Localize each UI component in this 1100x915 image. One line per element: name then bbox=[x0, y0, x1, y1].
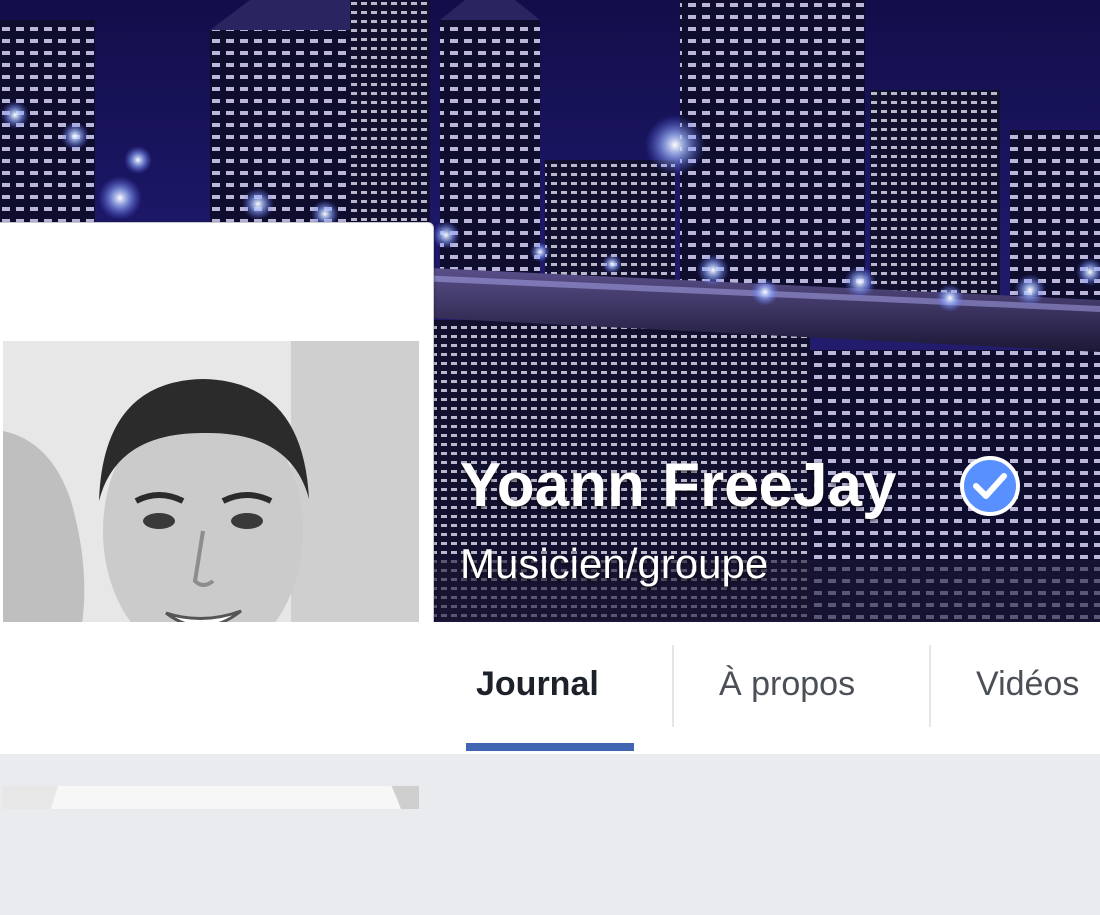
tab-journal[interactable]: Journal bbox=[476, 665, 599, 704]
tab-videos[interactable]: Vidéos bbox=[976, 665, 1079, 704]
verified-badge-icon bbox=[960, 456, 1020, 516]
tab-divider bbox=[929, 645, 931, 727]
profile-photo-image bbox=[3, 341, 419, 809]
tab-about[interactable]: À propos bbox=[719, 665, 855, 704]
active-tab-indicator bbox=[466, 743, 634, 751]
page-category[interactable]: Musicien/groupe bbox=[460, 540, 768, 588]
content-area bbox=[0, 754, 1100, 786]
page-name[interactable]: Yoann FreeJay bbox=[460, 450, 896, 521]
tab-divider bbox=[672, 645, 674, 727]
